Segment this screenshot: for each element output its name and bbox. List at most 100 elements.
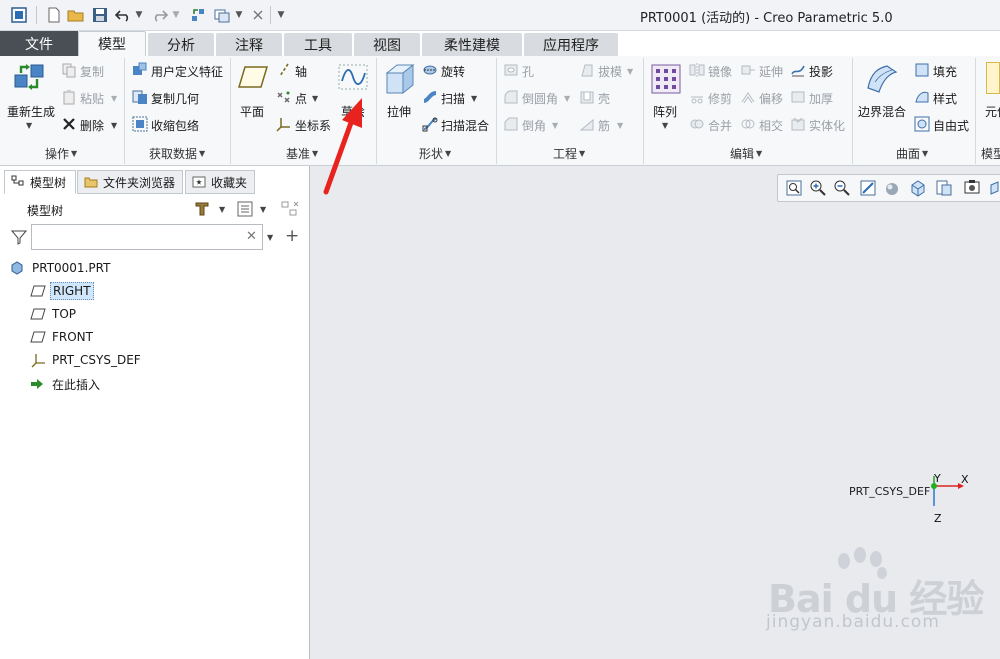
group-label-operations[interactable]: 操作 ▼	[45, 145, 77, 161]
show-dropdown-icon[interactable]: ▼	[260, 205, 266, 214]
tab-file[interactable]: 文件	[0, 31, 78, 56]
datum-display-icon[interactable]	[989, 179, 1000, 197]
draft-icon[interactable]	[579, 62, 595, 78]
round-dropdown-icon[interactable]: ▼	[564, 94, 570, 103]
group-label-datum[interactable]: 基准 ▼	[286, 145, 318, 161]
group-label-engineering[interactable]: 工程 ▼	[553, 145, 585, 161]
merge-button[interactable]: 合并	[708, 117, 732, 134]
tab-analysis[interactable]: 分析	[148, 33, 214, 56]
view-manager-icon[interactable]	[935, 179, 953, 197]
tab-view[interactable]: 视图	[354, 33, 420, 56]
merge-icon[interactable]	[689, 116, 705, 132]
user-defined-feature-button[interactable]: 用户定义特征	[151, 63, 223, 80]
redo-dropdown-icon[interactable]: ▼	[171, 5, 181, 25]
open-file-icon[interactable]	[66, 5, 86, 25]
intersect-icon[interactable]	[740, 116, 756, 132]
round-button[interactable]: 倒圆角	[522, 90, 558, 107]
freestyle-button[interactable]: 自由式	[933, 117, 969, 134]
tab-model[interactable]: 模型	[78, 31, 146, 56]
revolve-icon[interactable]	[422, 62, 438, 78]
tab-favorites[interactable]: 收藏夹	[185, 170, 255, 194]
paste-dropdown-icon[interactable]: ▼	[111, 94, 117, 103]
thicken-button[interactable]: 加厚	[809, 90, 833, 107]
chamfer-icon[interactable]	[503, 116, 519, 132]
app-menu-icon[interactable]	[8, 5, 30, 25]
repaint-icon[interactable]	[859, 179, 877, 197]
settings-tools-icon[interactable]	[193, 200, 211, 218]
delete-icon[interactable]	[61, 116, 77, 132]
perspective-view-icon[interactable]	[963, 179, 981, 197]
mirror-button[interactable]: 镜像	[708, 63, 732, 80]
delete-button[interactable]: 删除	[80, 117, 104, 134]
trim-button[interactable]: 修剪	[708, 90, 732, 107]
save-icon[interactable]	[90, 5, 110, 25]
tree-item-top[interactable]: TOP	[30, 304, 78, 324]
refit-icon[interactable]	[785, 179, 803, 197]
draft-button[interactable]: 拔模	[598, 63, 622, 80]
sweep-dropdown-icon[interactable]: ▼	[471, 94, 477, 103]
hole-icon[interactable]	[503, 62, 519, 78]
shrinkwrap-button[interactable]: 收缩包络	[151, 117, 199, 134]
saved-orientations-icon[interactable]	[909, 179, 927, 197]
tree-item-part[interactable]: PRT0001.PRT	[10, 258, 112, 278]
settings-dropdown-icon[interactable]: ▼	[219, 205, 225, 214]
display-style-icon[interactable]	[883, 179, 901, 197]
pattern-button[interactable]: 阵列	[653, 103, 677, 120]
group-label-shapes[interactable]: 形状 ▼	[419, 145, 451, 161]
component-interface-icon[interactable]	[986, 62, 1000, 94]
swept-blend-icon[interactable]	[422, 116, 438, 132]
offset-button[interactable]: 偏移	[759, 90, 783, 107]
boundary-blend-button[interactable]: 边界混合	[858, 103, 906, 120]
tab-applications[interactable]: 应用程序	[524, 33, 618, 56]
tree-item-front[interactable]: FRONT	[30, 327, 95, 347]
windows-icon[interactable]	[212, 5, 232, 25]
axis-icon[interactable]	[276, 62, 292, 78]
rib-dropdown-icon[interactable]: ▼	[617, 121, 623, 130]
sweep-button[interactable]: 扫描	[441, 90, 465, 107]
sweep-icon[interactable]	[422, 89, 438, 105]
csys-ribbon-icon[interactable]	[276, 116, 292, 132]
filter-icon[interactable]	[11, 229, 27, 245]
tree-item-insert-here[interactable]: 在此插入	[30, 374, 102, 394]
regenerate-dropdown-icon[interactable]: ▼	[26, 121, 32, 130]
boundary-blend-icon[interactable]	[864, 60, 900, 96]
draft-dropdown-icon[interactable]: ▼	[627, 67, 633, 76]
paste-button[interactable]: 粘贴	[80, 90, 104, 107]
copy-geometry-button[interactable]: 复制几何	[151, 90, 199, 107]
add-filter-icon[interactable]: +	[285, 226, 299, 246]
chamfer-button[interactable]: 倒角	[522, 117, 546, 134]
copy-icon[interactable]	[61, 62, 77, 78]
offset-icon[interactable]	[740, 89, 756, 105]
delete-dropdown-icon[interactable]: ▼	[111, 121, 117, 130]
group-label-editing[interactable]: 编辑 ▼	[730, 145, 762, 161]
intersect-button[interactable]: 相交	[759, 117, 783, 134]
show-columns-icon[interactable]	[236, 200, 254, 218]
extend-icon[interactable]	[740, 62, 756, 78]
tab-tools[interactable]: 工具	[284, 33, 352, 56]
regenerate-icon[interactable]	[12, 60, 48, 96]
mirror-icon[interactable]	[689, 62, 705, 78]
shrinkwrap-icon[interactable]	[132, 116, 148, 132]
swept-blend-button[interactable]: 扫描混合	[441, 117, 489, 134]
clear-search-icon[interactable]: ✕	[246, 229, 257, 244]
tree-filter-settings-icon[interactable]	[280, 200, 300, 218]
rib-icon[interactable]	[579, 116, 595, 132]
revolve-button[interactable]: 旋转	[441, 63, 465, 80]
project-icon[interactable]	[790, 62, 806, 78]
solidify-icon[interactable]	[790, 116, 806, 132]
extend-button[interactable]: 延伸	[759, 63, 783, 80]
freestyle-icon[interactable]	[914, 116, 930, 132]
sketch-icon[interactable]	[336, 62, 370, 92]
customize-toolbar-icon[interactable]: ▼	[275, 5, 287, 25]
shell-icon[interactable]	[579, 89, 595, 105]
axis-button[interactable]: 轴	[295, 63, 307, 80]
plane-button[interactable]: 平面	[240, 103, 264, 120]
chamfer-dropdown-icon[interactable]: ▼	[552, 121, 558, 130]
shell-button[interactable]: 壳	[598, 90, 610, 107]
plane-icon[interactable]	[236, 62, 270, 92]
group-label-surfaces[interactable]: 曲面 ▼	[896, 145, 928, 161]
copy-button[interactable]: 复制	[80, 63, 104, 80]
tab-folder-browser[interactable]: 文件夹浏览器	[77, 170, 183, 194]
zoom-out-icon[interactable]	[833, 179, 851, 197]
copy-geometry-icon[interactable]	[132, 89, 148, 105]
